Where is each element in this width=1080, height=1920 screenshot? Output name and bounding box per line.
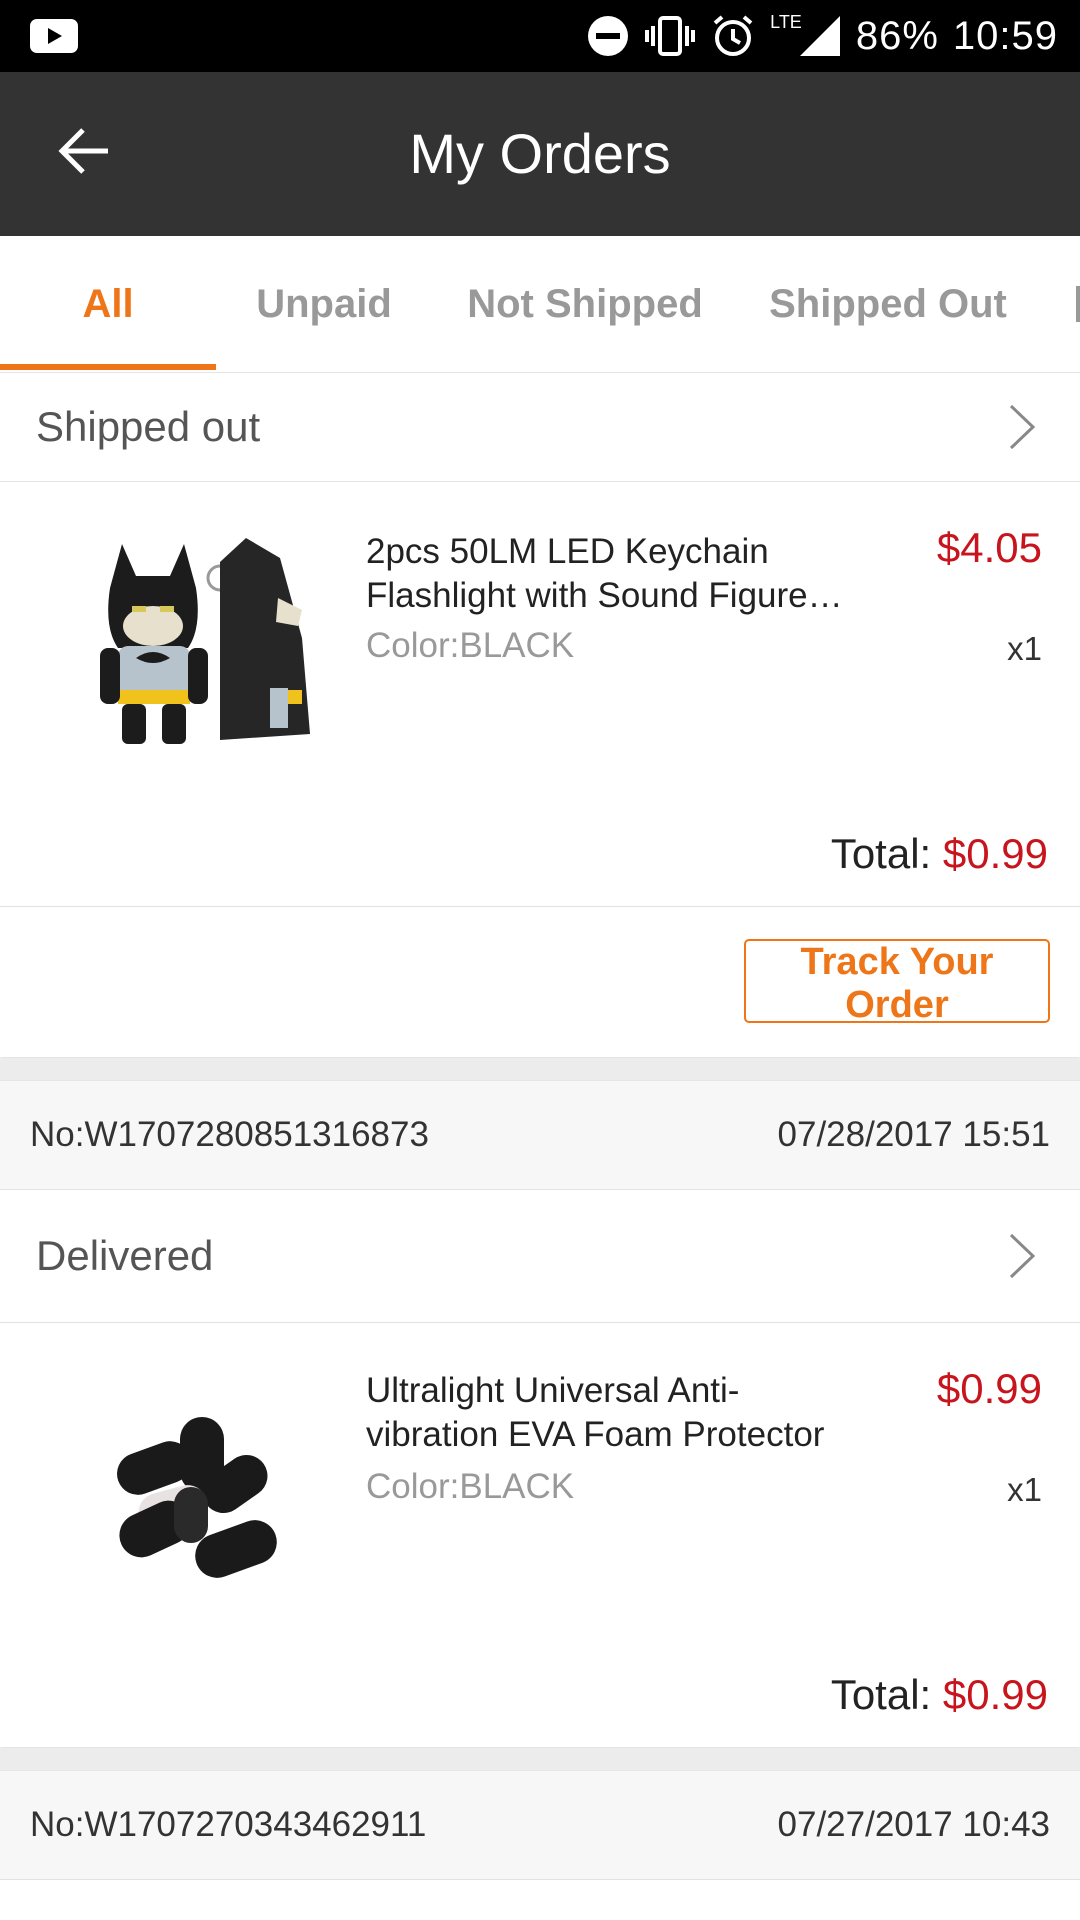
item-price: $0.99 [936,1365,1042,1412]
order-total-label: Total: [830,1671,943,1718]
item-quantity: x1 [1007,1471,1042,1508]
tab-shipped-out[interactable]: Shipped Out [748,236,1028,372]
item-color: Color:BLACK [366,1467,575,1506]
alarm-icon [713,15,753,56]
order-item[interactable]: 2pcs 50LM LED Keychain Flashlight with S… [0,482,1080,906]
status-bar: LTE 86% 10:59 [0,0,1080,72]
tab-unpaid[interactable]: Unpaid [216,236,432,372]
item-color: Color:BLACK [366,626,575,665]
order-datetime: 07/28/2017 15:51 [777,1115,1050,1154]
tab-all[interactable]: All [0,236,216,372]
card-gap [0,1058,1080,1080]
order-status: Shipped out [36,403,261,450]
order-actions: Track Your Order [0,907,1080,1057]
battery-percentage: 86% [855,13,939,58]
do-not-disturb-icon [588,16,629,56]
order-number: No:W1707280851316873 [30,1115,429,1154]
item-price: $4.05 [936,524,1042,571]
order-item[interactable]: Ultralight Universal Anti-vibration EVA … [0,1323,1080,1747]
foam-pads-image [70,1367,338,1629]
order-status-row[interactable]: Delivered [0,1190,1080,1323]
order-total-amount: $0.99 [942,1671,1048,1718]
network-type: LTE [770,11,802,32]
order-total-amount: $0.99 [942,830,1048,877]
order-tabs: All Unpaid Not Shipped Shipped Out [0,236,1080,373]
order-total: Total: $0.99 [831,830,1048,878]
order-header: No:W1707280851316873 07/28/2017 15:51 [0,1080,1080,1190]
signal-icon [799,16,840,56]
app-bar: My Orders [0,72,1080,236]
chevron-right-icon [1009,404,1036,450]
order-datetime: 07/27/2017 10:43 [777,1805,1050,1844]
item-name: Ultralight Universal Anti-vibration EVA … [366,1371,825,1454]
card-gap [0,1748,1080,1770]
order-header: No:W1707270343462911 07/27/2017 10:43 [0,1770,1080,1880]
tab-not-shipped[interactable]: Not Shipped [440,236,730,372]
chevron-right-icon [1009,1233,1036,1279]
order-total: Total: $0.99 [831,1671,1048,1719]
next-order-card [0,1880,1080,1920]
youtube-icon [30,19,78,53]
item-name: 2pcs 50LM LED Keychain Flashlight with S… [366,532,843,615]
item-quantity: x1 [1007,630,1042,667]
page-title: My Orders [409,122,671,185]
order-number: No:W1707270343462911 [30,1805,427,1844]
clock: 10:59 [952,13,1058,58]
order-status: Delivered [36,1232,214,1279]
batman-keychain-image [70,518,338,780]
track-order-button[interactable]: Track Your Order [744,939,1050,1026]
order-status-row[interactable]: Shipped out [0,373,1080,482]
order-total-label: Total: [830,830,943,877]
vibrate-icon [645,16,696,56]
tab-overflow-hint[interactable] [1076,286,1080,322]
tab-indicator [0,364,216,370]
